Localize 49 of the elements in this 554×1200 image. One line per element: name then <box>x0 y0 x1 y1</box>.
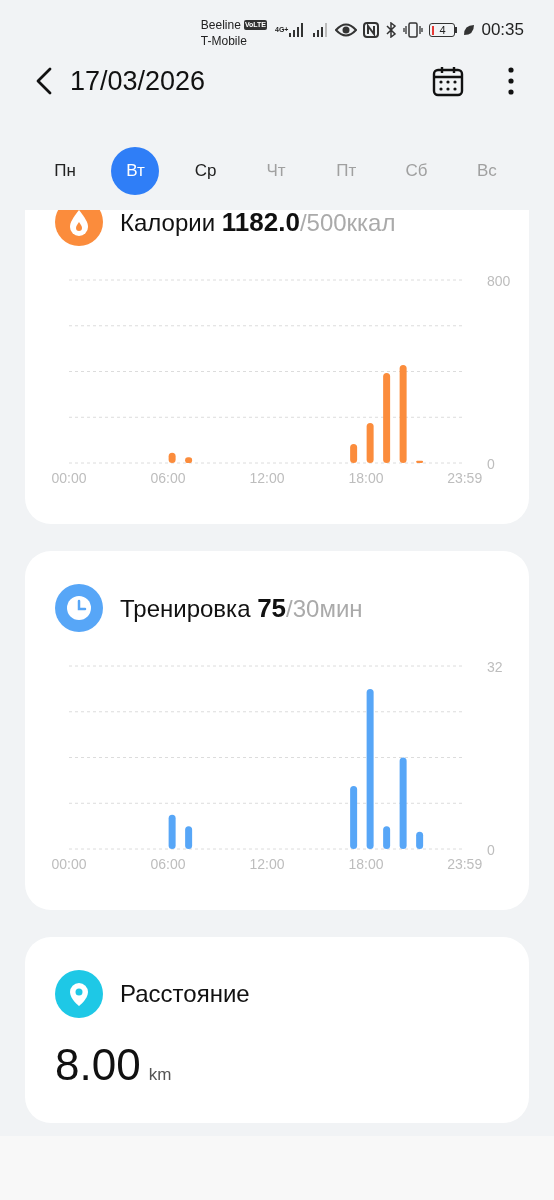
axis-label: 0 <box>487 456 495 472</box>
carrier-name: T-Mobile <box>200 33 248 49</box>
axis-label: 800 <box>487 273 511 289</box>
metric-title: Расстояние <box>120 980 250 1008</box>
calendar-button[interactable] <box>432 65 464 97</box>
axis-label: 12:00 <box>249 856 285 872</box>
carrier-name: Beeline <box>200 17 241 33</box>
day-tab[interactable]: Пн <box>41 147 90 195</box>
nfc-icon <box>363 22 380 38</box>
axis-label: 23:59 <box>447 470 483 486</box>
axis-label: 0 <box>487 842 495 858</box>
bluetooth-icon <box>385 22 398 38</box>
distance-value: 8.00 <box>55 1040 141 1090</box>
clock-time: 00:35 <box>481 20 524 40</box>
axis-label: 00:00 <box>51 470 87 486</box>
chart-bar <box>350 786 358 849</box>
axis-label: 32 <box>487 659 503 675</box>
distance-unit: km <box>148 1065 172 1085</box>
axis-label: 12:00 <box>249 470 285 486</box>
day-tab[interactable]: Вт <box>111 147 160 195</box>
metric-title: Калории 1182.0/500ккал <box>120 210 396 238</box>
battery-level: 4 <box>439 24 446 36</box>
chart-bar <box>185 826 193 849</box>
date-title: 17/03/2026 <box>70 65 207 97</box>
eye-icon <box>335 23 358 37</box>
chart-bar <box>416 460 424 463</box>
clock-icon <box>55 584 103 632</box>
axis-label: 18:00 <box>348 856 384 872</box>
axis-label: 23:59 <box>447 856 483 872</box>
chart-bar <box>168 814 176 849</box>
chart-bar <box>416 831 424 849</box>
more-menu-button[interactable] <box>508 67 514 95</box>
chart-bar <box>168 452 176 463</box>
axis-label: 18:00 <box>348 470 384 486</box>
metric-title: Тренировка 75/30мин <box>120 592 363 624</box>
chart-bar <box>350 444 358 463</box>
signal-icon <box>311 23 330 37</box>
signal-icon <box>289 23 306 37</box>
vibrate-icon <box>403 22 424 38</box>
day-tab[interactable]: Ср <box>181 147 230 195</box>
back-button[interactable] <box>34 67 54 95</box>
leaf-icon <box>463 24 476 36</box>
axis-label: 06:00 <box>150 470 186 486</box>
chart-bar <box>185 457 193 463</box>
location-pin-icon <box>55 970 103 1018</box>
chart-bar <box>366 422 374 463</box>
chart-bar <box>383 826 391 849</box>
axis-label: 06:00 <box>150 856 186 872</box>
axis-label: 00:00 <box>51 856 87 872</box>
